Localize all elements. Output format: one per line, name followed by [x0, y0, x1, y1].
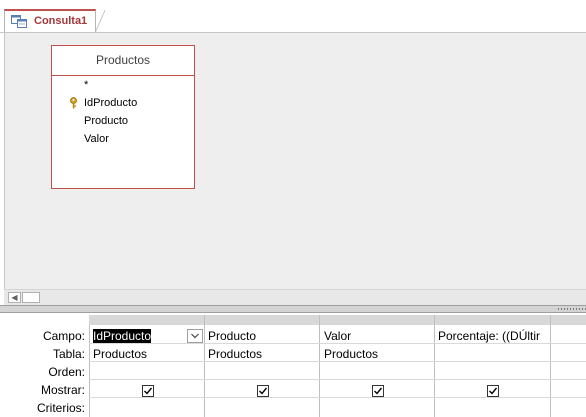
- field-cell-idproducto[interactable]: IdProducto: [93, 329, 152, 343]
- scroll-thumb[interactable]: [22, 292, 40, 303]
- show-checkbox[interactable]: [257, 385, 269, 397]
- checkmark-icon: [374, 387, 383, 395]
- row-label-orden: Orden:: [48, 365, 85, 379]
- checkmark-icon: [259, 387, 268, 395]
- checkmark-icon: [489, 387, 498, 395]
- row-divider: [89, 397, 586, 398]
- tab-consulta1[interactable]: Consulta1: [4, 9, 96, 33]
- table-cell[interactable]: Productos: [208, 347, 318, 361]
- pane-splitter[interactable]: [0, 305, 586, 313]
- tab-label: Consulta1: [34, 15, 88, 27]
- row-label-mostrar: Mostrar:: [40, 383, 85, 397]
- horizontal-scrollbar[interactable]: ◀: [4, 289, 586, 305]
- field-cell-porcentaje[interactable]: Porcentaje: ((DÚltir: [438, 329, 549, 343]
- show-checkbox[interactable]: [142, 385, 154, 397]
- show-checkbox[interactable]: [372, 385, 384, 397]
- column-selector[interactable]: [551, 315, 586, 325]
- grid-row-labels: Campo: Tabla: Orden: Mostrar: Criterios:: [0, 313, 89, 417]
- primary-key-icon: [70, 97, 77, 109]
- splitter-grip-icon[interactable]: [558, 308, 586, 310]
- column-selector[interactable]: [435, 315, 551, 325]
- table-field-list-productos[interactable]: Productos * IdProducto Producto Valor: [51, 45, 195, 189]
- query-design-icon: [11, 15, 27, 28]
- chevron-down-icon[interactable]: [188, 330, 202, 342]
- row-divider: [89, 379, 586, 380]
- scroll-left-icon[interactable]: ◀: [8, 292, 21, 303]
- field-dropdown[interactable]: [187, 329, 203, 343]
- field-cell-producto[interactable]: Producto: [208, 329, 318, 343]
- show-checkbox[interactable]: [487, 385, 499, 397]
- field-cell-valor[interactable]: Valor: [324, 329, 434, 343]
- table-cell[interactable]: Productos: [324, 347, 434, 361]
- column-selector[interactable]: [320, 315, 435, 325]
- field-producto[interactable]: Producto: [84, 115, 128, 127]
- column-selector[interactable]: [205, 315, 320, 325]
- row-label-tabla: Tabla:: [52, 347, 85, 361]
- row-divider: [89, 361, 586, 362]
- grid-column: [551, 325, 586, 417]
- row-label-campo: Campo:: [42, 329, 85, 343]
- tab-edge: [95, 10, 105, 33]
- table-cell[interactable]: Productos: [93, 347, 203, 361]
- document-tab-strip: Consulta1: [0, 0, 586, 33]
- row-divider: [89, 343, 586, 344]
- field-all[interactable]: *: [84, 79, 88, 91]
- query-design-grid: Campo: Tabla: Orden: Mostrar: Criterios:…: [0, 313, 586, 417]
- checkmark-icon: [144, 387, 153, 395]
- column-selector[interactable]: [89, 315, 205, 325]
- row-label-criterios: Criterios:: [36, 401, 85, 415]
- field-idproducto[interactable]: IdProducto: [84, 97, 137, 109]
- field-list-title[interactable]: Productos: [52, 46, 194, 76]
- field-valor[interactable]: Valor: [84, 133, 109, 145]
